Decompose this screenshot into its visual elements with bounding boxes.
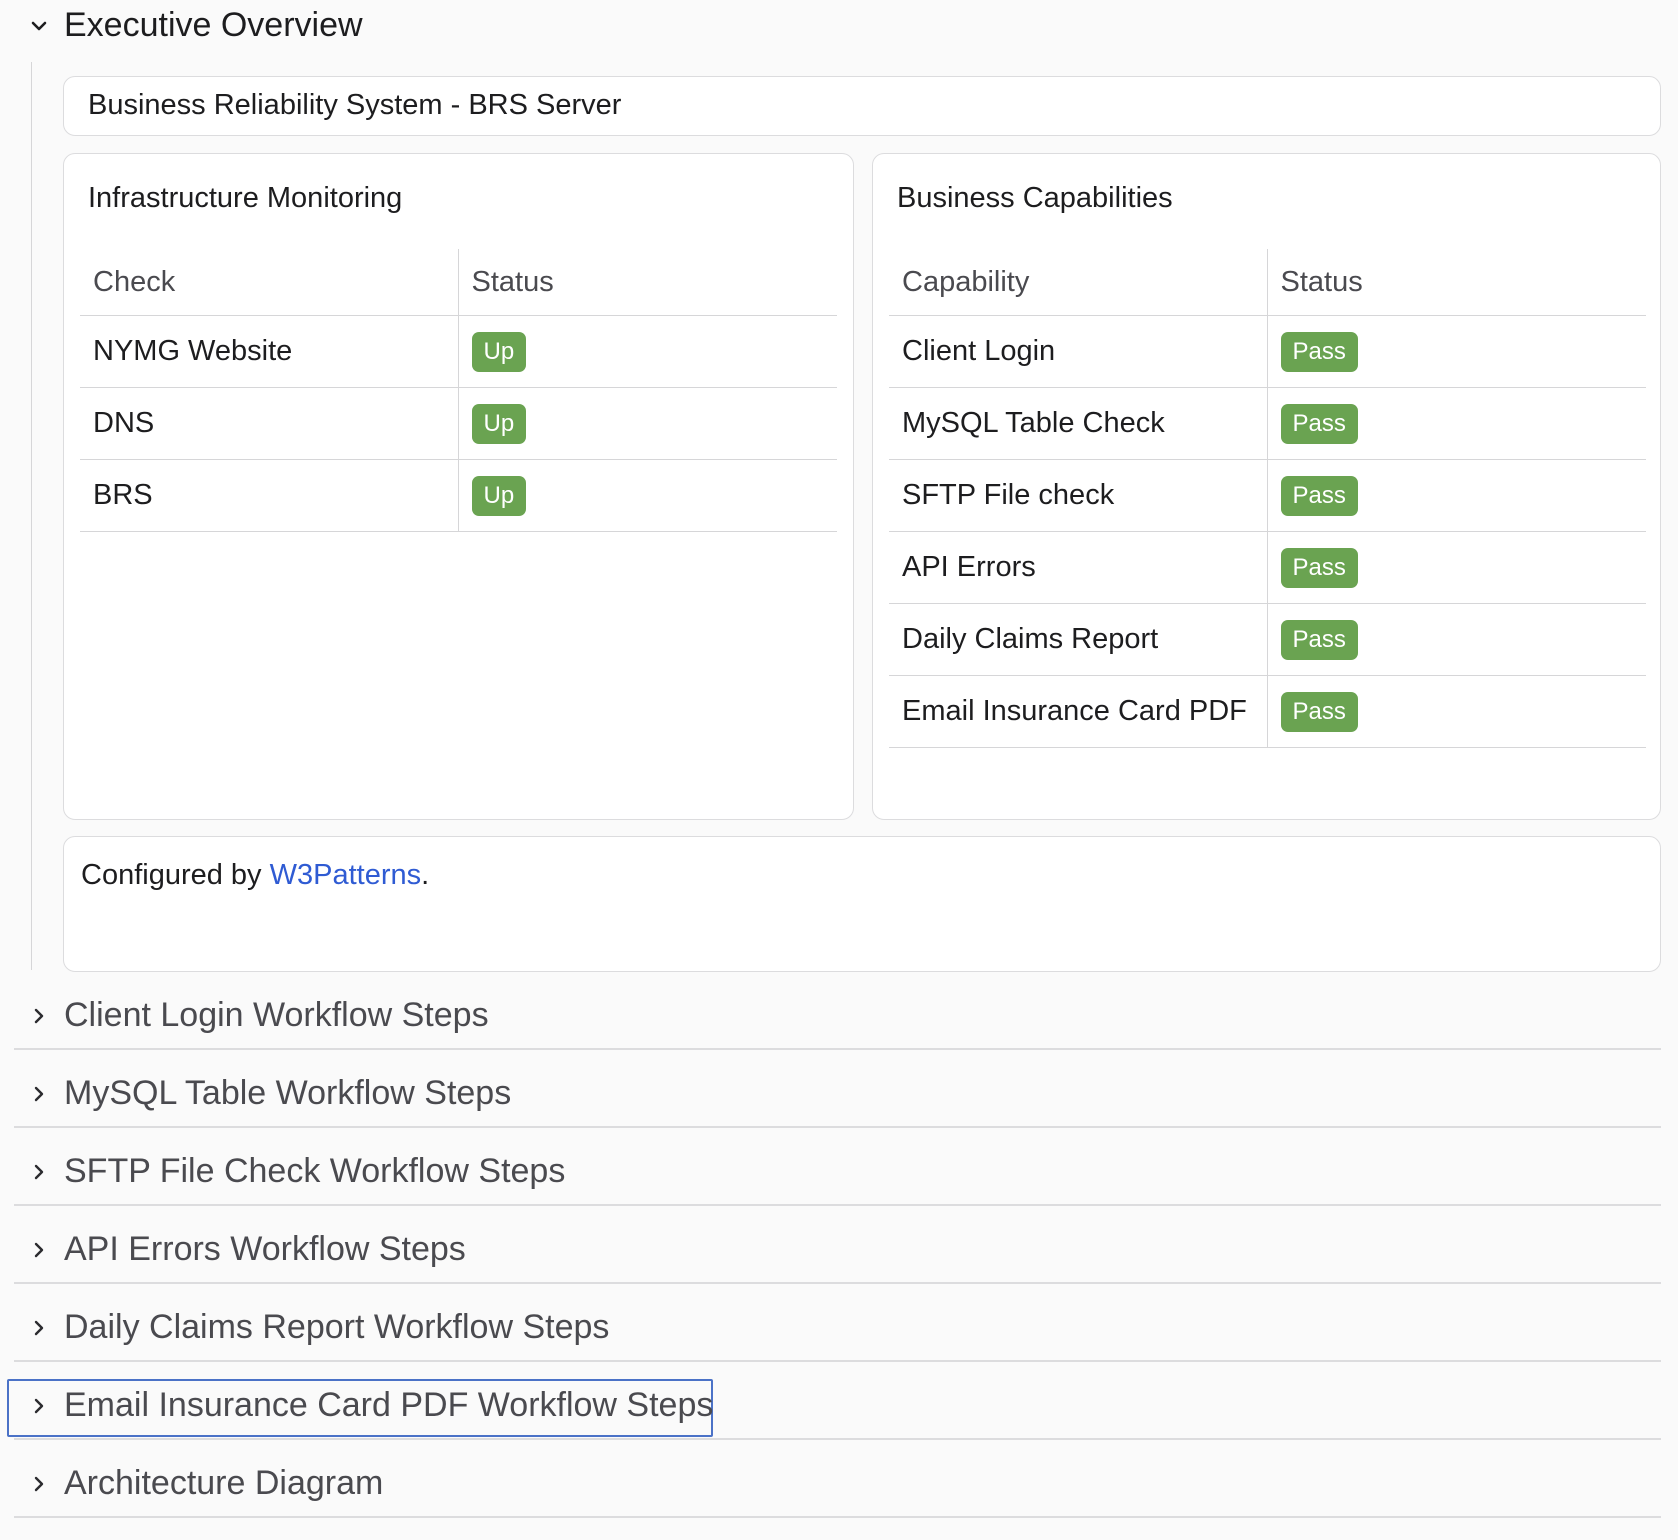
configured-by-card: Configured by W3Patterns. xyxy=(63,836,1661,972)
status-cell: Pass xyxy=(1267,387,1646,460)
status-badge: Pass xyxy=(1280,691,1358,732)
section-title: Client Login Workflow Steps xyxy=(64,996,489,1034)
status-badge: Pass xyxy=(1280,403,1358,444)
section-content-rail xyxy=(31,62,32,970)
table-row: MySQL Table Check Pass xyxy=(889,387,1646,460)
status-cell: Pass xyxy=(1267,603,1646,676)
section-title: SFTP File Check Workflow Steps xyxy=(64,1152,566,1190)
status-cell: Up xyxy=(458,315,837,388)
status-cell: Pass xyxy=(1267,675,1646,748)
column-header-check: Check xyxy=(80,249,459,316)
column-header-status: Status xyxy=(1267,249,1646,316)
section-divider xyxy=(14,1438,1661,1440)
status-cell: Pass xyxy=(1267,459,1646,532)
configured-by-text: Configured by W3Patterns. xyxy=(81,859,429,892)
chevron-right-icon xyxy=(14,1319,64,1337)
check-name: NYMG Website xyxy=(80,315,459,388)
section-header-architecture-diagram[interactable]: Architecture Diagram xyxy=(14,1464,383,1503)
system-title: Business Reliability System - BRS Server xyxy=(88,89,622,121)
infrastructure-monitoring-card: Infrastructure Monitoring Check Status N… xyxy=(63,153,854,820)
status-badge: Pass xyxy=(1280,475,1358,516)
status-badge: Pass xyxy=(1280,331,1358,372)
section-header-executive-overview[interactable]: Executive Overview xyxy=(14,6,363,45)
table-row: BRS Up xyxy=(80,459,837,532)
column-header-status: Status xyxy=(458,249,837,316)
status-badge: Up xyxy=(471,403,527,444)
section-header-sftp-file-check[interactable]: SFTP File Check Workflow Steps xyxy=(14,1152,565,1191)
section-title: Executive Overview xyxy=(64,6,363,44)
section-divider xyxy=(14,1360,1661,1362)
status-cell: Up xyxy=(458,387,837,460)
chevron-right-icon xyxy=(14,1241,64,1259)
status-badge: Up xyxy=(471,331,527,372)
table-row: DNS Up xyxy=(80,387,837,460)
section-title: MySQL Table Workflow Steps xyxy=(64,1074,512,1112)
section-divider xyxy=(14,1204,1661,1206)
chevron-right-icon xyxy=(14,1397,64,1415)
chevron-right-icon xyxy=(14,1163,64,1181)
capability-name: API Errors xyxy=(889,531,1268,604)
page: Executive Overview Business Reliability … xyxy=(0,0,1678,1540)
infrastructure-table: Check Status NYMG Website Up DNS Up BRS … xyxy=(80,249,837,532)
section-title: Daily Claims Report Workflow Steps xyxy=(64,1308,610,1346)
table-row: Client Login Pass xyxy=(889,315,1646,388)
capability-name: Email Insurance Card PDF xyxy=(889,675,1268,748)
capability-name: MySQL Table Check xyxy=(889,387,1268,460)
configured-by-suffix: . xyxy=(421,859,430,891)
table-header-row: Capability Status xyxy=(889,249,1646,316)
w3patterns-link[interactable]: W3Patterns xyxy=(270,859,422,891)
table-row: Daily Claims Report Pass xyxy=(889,603,1646,676)
business-capabilities-title: Business Capabilities xyxy=(897,182,1173,214)
section-divider xyxy=(14,1126,1661,1128)
table-row: SFTP File check Pass xyxy=(889,459,1646,532)
status-badge: Pass xyxy=(1280,547,1358,588)
section-divider xyxy=(14,1048,1661,1050)
section-title: Email Insurance Card PDF Workflow Steps xyxy=(64,1386,714,1424)
section-header-api-errors[interactable]: API Errors Workflow Steps xyxy=(14,1230,466,1269)
status-cell: Up xyxy=(458,459,837,532)
capability-name: SFTP File check xyxy=(889,459,1268,532)
table-row: Email Insurance Card PDF Pass xyxy=(889,675,1646,748)
check-name: BRS xyxy=(80,459,459,532)
section-divider xyxy=(14,1282,1661,1284)
configured-by-prefix: Configured by xyxy=(81,859,270,891)
section-title: API Errors Workflow Steps xyxy=(64,1230,466,1268)
section-header-daily-claims-report[interactable]: Daily Claims Report Workflow Steps xyxy=(14,1308,609,1347)
capability-name: Daily Claims Report xyxy=(889,603,1268,676)
chevron-right-icon xyxy=(14,1085,64,1103)
infrastructure-monitoring-title: Infrastructure Monitoring xyxy=(88,182,403,214)
capabilities-table: Capability Status Client Login Pass MySQ… xyxy=(889,249,1646,748)
business-capabilities-card: Business Capabilities Capability Status … xyxy=(872,153,1661,820)
chevron-down-icon xyxy=(14,20,64,32)
section-title: Architecture Diagram xyxy=(64,1464,384,1502)
table-header-row: Check Status xyxy=(80,249,837,316)
system-title-card: Business Reliability System - BRS Server xyxy=(63,76,1661,136)
chevron-right-icon xyxy=(14,1475,64,1493)
check-name: DNS xyxy=(80,387,459,460)
status-cell: Pass xyxy=(1267,315,1646,388)
status-badge: Pass xyxy=(1280,619,1358,660)
status-badge: Up xyxy=(471,475,527,516)
section-divider xyxy=(14,1516,1661,1518)
section-header-client-login[interactable]: Client Login Workflow Steps xyxy=(14,996,489,1035)
table-row: NYMG Website Up xyxy=(80,315,837,388)
status-cell: Pass xyxy=(1267,531,1646,604)
table-row: API Errors Pass xyxy=(889,531,1646,604)
section-header-mysql-table[interactable]: MySQL Table Workflow Steps xyxy=(14,1074,511,1113)
capability-name: Client Login xyxy=(889,315,1268,388)
chevron-right-icon xyxy=(14,1007,64,1025)
column-header-capability: Capability xyxy=(889,249,1268,316)
section-header-email-insurance-card-pdf[interactable]: Email Insurance Card PDF Workflow Steps xyxy=(14,1386,713,1425)
